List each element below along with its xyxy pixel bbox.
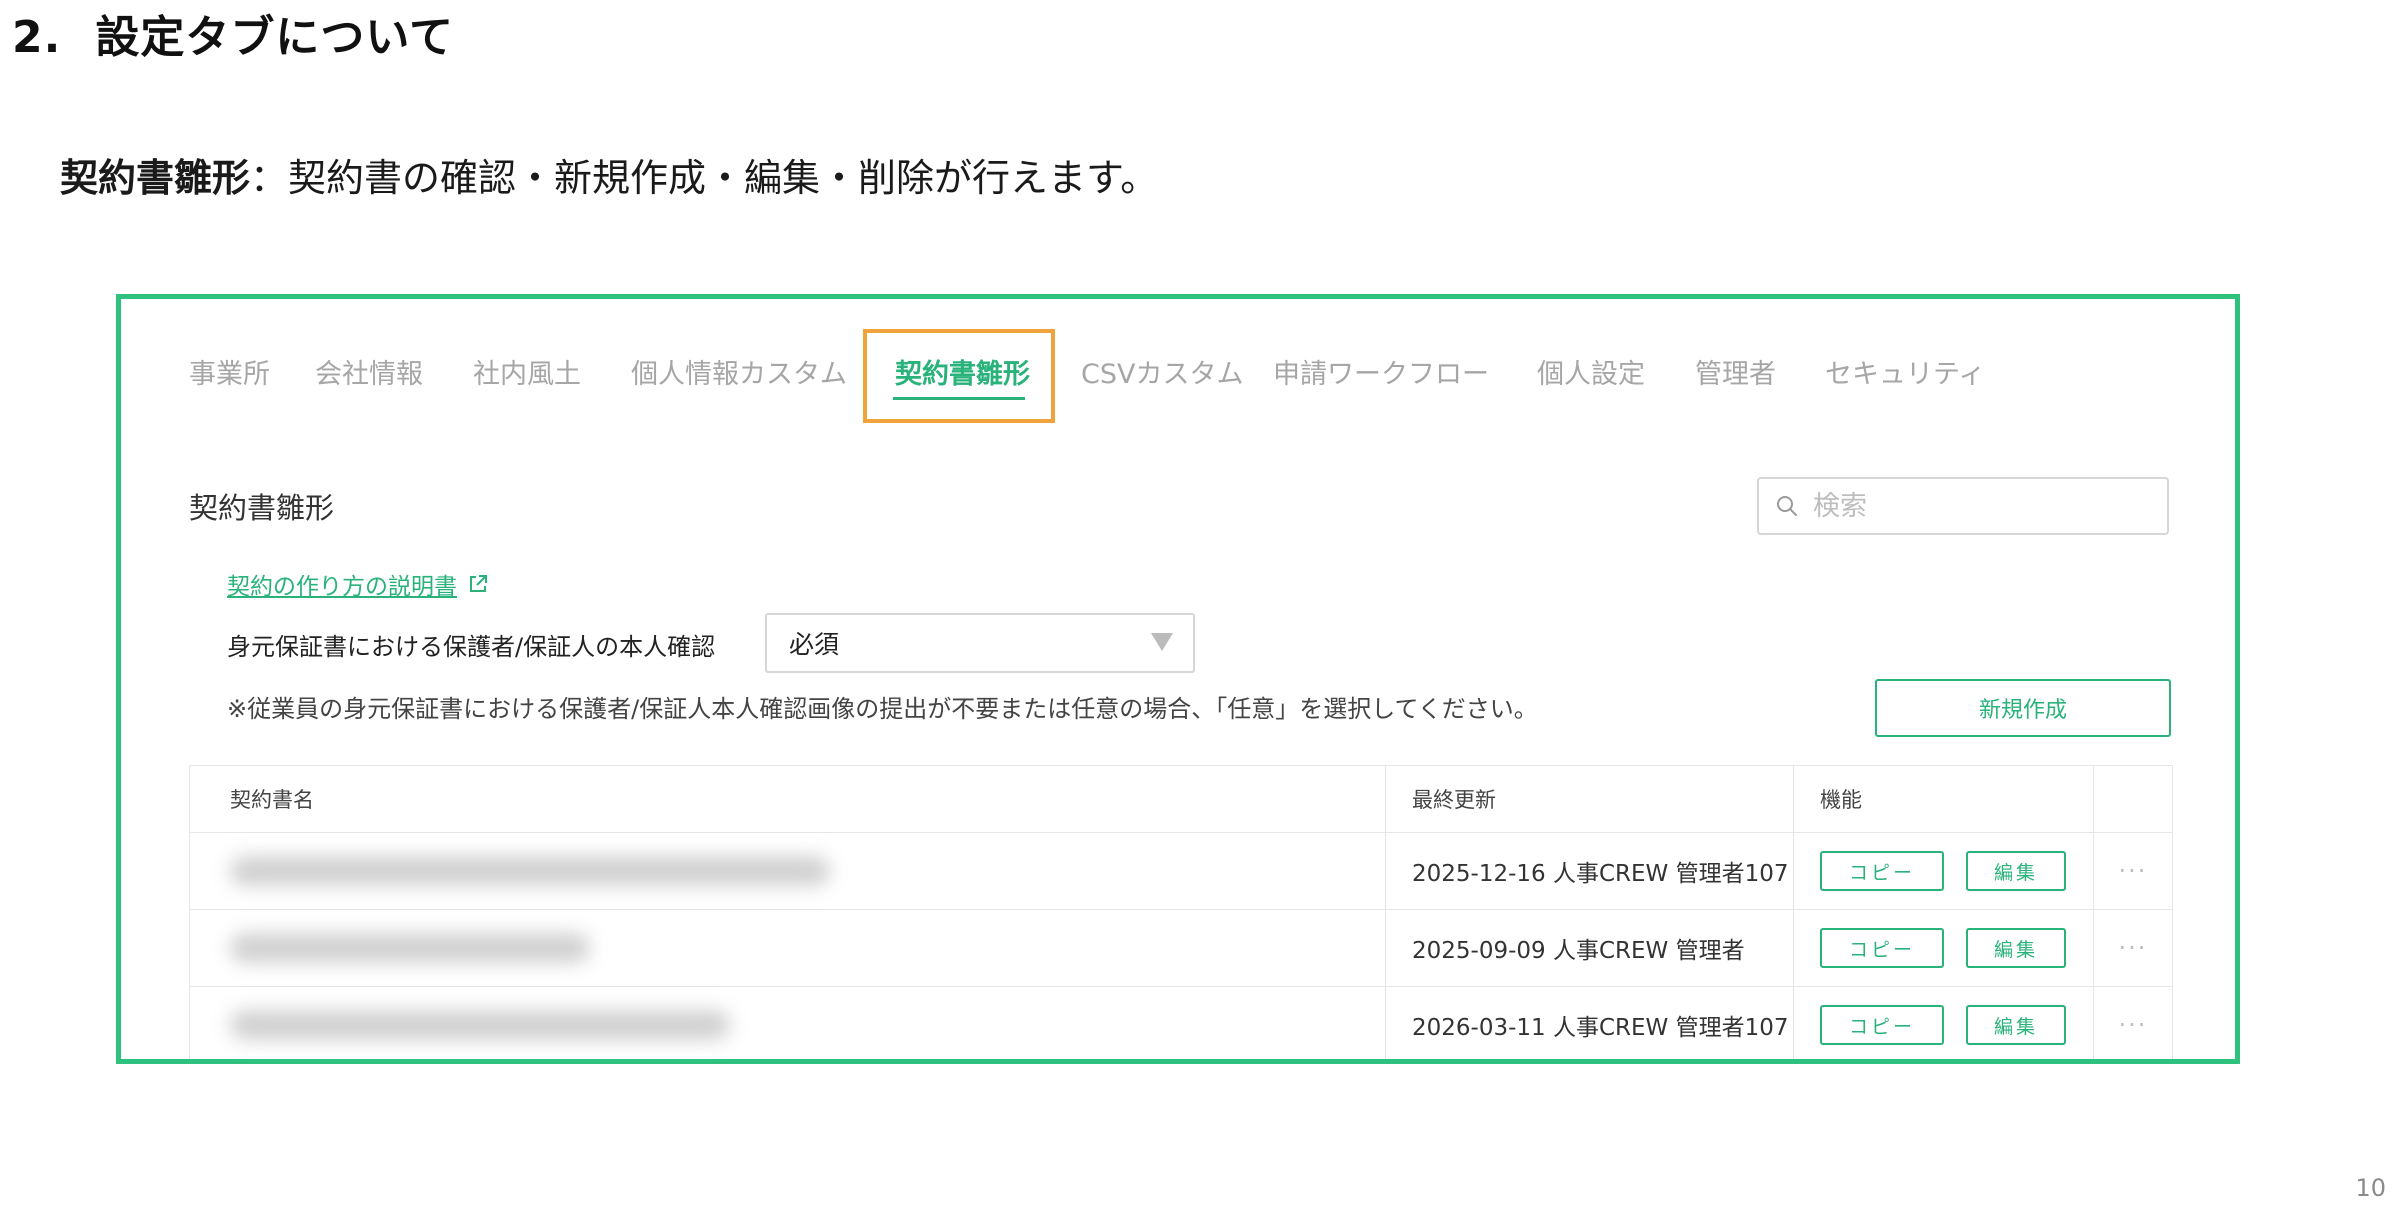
header-last-updated: 最終更新	[1386, 766, 1794, 832]
tab-office[interactable]: 事業所	[189, 355, 270, 395]
more-options-icon[interactable]: ···	[2119, 1011, 2148, 1039]
page-number: 10	[2355, 1174, 2386, 1202]
guarantor-check-label: 身元保証書における保護者/保証人の本人確認	[227, 633, 716, 661]
tab-administrators[interactable]: 管理者	[1695, 355, 1776, 395]
header-contract-name: 契約書名	[190, 766, 1386, 832]
tab-personal-settings[interactable]: 個人設定	[1537, 355, 1645, 395]
search-input[interactable]	[1811, 489, 2155, 523]
contract-table: 契約書名 最終更新 機能 2025-12-16 人事CREW 管理者107 コピ…	[189, 765, 2173, 1059]
heading-text: 設定タブについて	[95, 12, 455, 63]
help-link[interactable]: 契約の作り方の説明書	[227, 567, 489, 601]
blurred-contract-name	[230, 933, 590, 963]
chevron-down-icon	[1151, 633, 1173, 651]
table-header: 契約書名 最終更新 機能	[190, 766, 2172, 833]
contract-name-cell	[190, 987, 1386, 1059]
tab-security[interactable]: セキュリティ	[1825, 355, 1985, 395]
table-row: 2025-09-09 人事CREW 管理者 コピー 編集 ···	[190, 910, 2172, 987]
tab-csv-custom[interactable]: CSVカスタム	[1081, 355, 1243, 395]
edit-button[interactable]: 編集	[1966, 928, 2066, 968]
blurred-contract-name	[230, 856, 830, 886]
description-text: ：契約書の確認・新規作成・編集・削除が行えます。	[250, 156, 1159, 200]
slide-heading: 2. 設定タブについて	[12, 8, 454, 68]
new-contract-button[interactable]: 新規作成	[1875, 679, 2171, 737]
heading-number: 2.	[12, 12, 62, 63]
external-link-icon	[470, 575, 487, 592]
edit-button[interactable]: 編集	[1966, 851, 2066, 891]
more-options-icon[interactable]: ···	[2119, 934, 2148, 962]
copy-button[interactable]: コピー	[1820, 1005, 1944, 1045]
tab-company-info[interactable]: 会社情報	[315, 355, 423, 395]
edit-button[interactable]: 編集	[1966, 1005, 2066, 1045]
search-box[interactable]	[1757, 477, 2169, 535]
section-title: 契約書雛形	[189, 491, 335, 525]
active-tab-highlight-box	[863, 329, 1055, 423]
guarantor-check-select[interactable]: 必須	[765, 613, 1195, 673]
tab-personal-info-custom[interactable]: 個人情報カスタム	[631, 355, 847, 395]
table-row: 2026-03-11 人事CREW 管理者107 コピー 編集 ···	[190, 987, 2172, 1059]
blurred-contract-name	[230, 1010, 730, 1040]
tab-company-culture[interactable]: 社内風土	[473, 355, 581, 395]
last-updated-cell: 2026-03-11 人事CREW 管理者107	[1386, 987, 1794, 1059]
copy-button[interactable]: コピー	[1820, 928, 1944, 968]
functions-cell: コピー 編集	[1794, 910, 2094, 986]
more-options-icon[interactable]: ···	[2119, 857, 2148, 885]
guarantor-note: ※従業員の身元保証書における保護者/保証人本人確認画像の提出が不要または任意の場…	[227, 695, 1538, 723]
description-term: 契約書雛形	[60, 156, 251, 200]
table-row: 2025-12-16 人事CREW 管理者107 コピー 編集 ···	[190, 833, 2172, 910]
last-updated-cell: 2025-09-09 人事CREW 管理者	[1386, 910, 1794, 986]
last-updated-cell: 2025-12-16 人事CREW 管理者107	[1386, 833, 1794, 909]
search-icon	[1777, 496, 1797, 516]
tab-application-workflow[interactable]: 申請ワークフロー	[1273, 355, 1489, 395]
functions-cell: コピー 編集	[1794, 833, 2094, 909]
contract-name-cell	[190, 833, 1386, 909]
screenshot-frame: 事業所 会社情報 社内風土 個人情報カスタム 契約書雛形 CSVカスタム 申請ワ…	[116, 294, 2240, 1064]
copy-button[interactable]: コピー	[1820, 851, 1944, 891]
guarantor-check-value: 必須	[789, 630, 840, 659]
help-link-text: 契約の作り方の説明書	[227, 574, 457, 600]
description: 契約書雛形：契約書の確認・新規作成・編集・削除が行えます。	[60, 150, 1158, 206]
functions-cell: コピー 編集	[1794, 987, 2094, 1059]
header-functions: 機能	[1794, 766, 2094, 832]
contract-name-cell	[190, 910, 1386, 986]
